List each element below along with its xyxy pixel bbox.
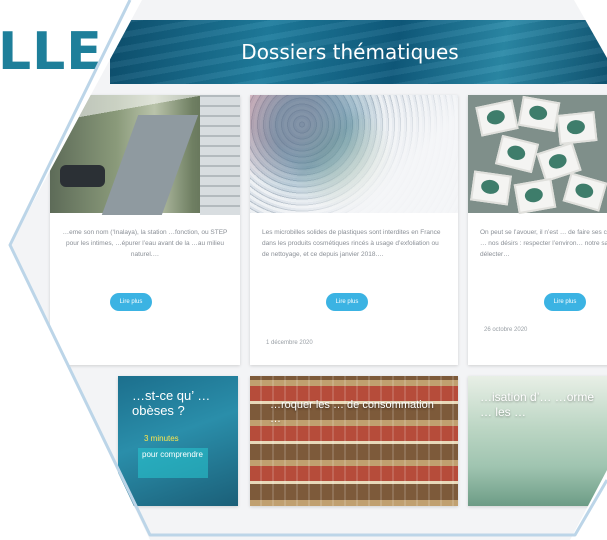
hexagon-border xyxy=(8,0,607,537)
hexagon-frame-outline xyxy=(8,0,607,537)
